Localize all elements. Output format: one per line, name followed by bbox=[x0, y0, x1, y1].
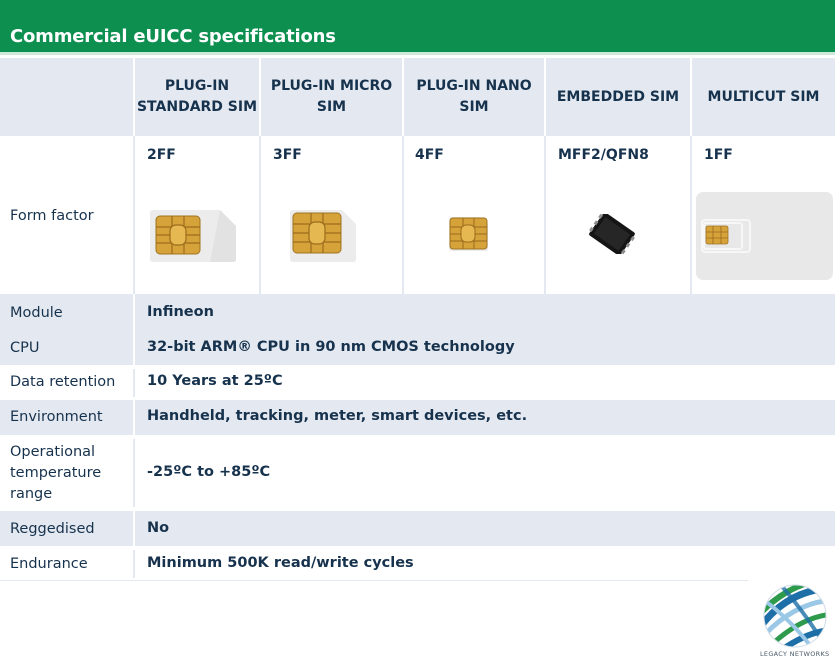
form-factor-label: Form factor bbox=[10, 208, 94, 224]
spec-row-reggedised: Reggedised No bbox=[0, 511, 835, 546]
globe-logo-icon bbox=[763, 584, 827, 648]
column-header-standard-sim: PLUG-IN STANDARD SIM bbox=[136, 78, 258, 115]
table-bottom-line bbox=[0, 580, 748, 581]
legacy-networks-logo: LEGACY NETWORKS bbox=[756, 580, 834, 662]
spec-row-endurance: Endurance Minimum 500K read/write cycles bbox=[0, 546, 835, 580]
standard-sim-image bbox=[150, 210, 236, 262]
column-header-micro-sim: PLUG-IN MICRO SIM bbox=[270, 78, 393, 115]
form-factor-code: 1FF bbox=[704, 147, 733, 163]
spec-label: Operational temperature range bbox=[10, 444, 102, 502]
spec-value: 10 Years at 25ºC bbox=[147, 373, 283, 389]
spec-value: 32-bit ARM® CPU in 90 nm CMOS technology bbox=[147, 339, 515, 355]
spec-value: Handheld, tracking, meter, smart devices… bbox=[147, 408, 528, 424]
column-header-multicut-sim: MULTICUT SIM bbox=[707, 88, 820, 105]
spec-row-module: Module Infineon bbox=[0, 294, 835, 330]
column-divider bbox=[259, 136, 261, 294]
spec-label: Data retention bbox=[10, 374, 116, 390]
column-divider bbox=[402, 136, 404, 294]
spec-value: No bbox=[147, 520, 170, 536]
spec-label: Reggedised bbox=[10, 521, 95, 537]
embedded-sim-chip-image bbox=[589, 214, 635, 254]
title-bar: Commercial eUICC specifications bbox=[0, 0, 835, 55]
column-divider bbox=[544, 136, 546, 294]
spec-row-data-retention: Data retention 10 Years at 25ºC bbox=[0, 365, 835, 400]
spec-value: Minimum 500K read/write cycles bbox=[147, 555, 414, 571]
form-factor-code: 2FF bbox=[147, 147, 176, 163]
spec-label: CPU bbox=[10, 340, 40, 356]
logo-brand-text: LEGACY NETWORKS bbox=[760, 650, 830, 658]
form-factor-code: 4FF bbox=[415, 147, 444, 163]
micro-sim-image bbox=[290, 210, 356, 262]
form-factor-row: Form factor 2FF 3FF 4FF MFF2/QFN8 1FF bbox=[0, 136, 835, 294]
spec-value: Infineon bbox=[147, 304, 214, 320]
spec-label: Module bbox=[10, 305, 63, 321]
form-factor-code: 3FF bbox=[273, 147, 302, 163]
spec-label: Endurance bbox=[10, 556, 88, 572]
column-header-nano-sim: PLUG-IN NANO SIM bbox=[416, 78, 532, 115]
form-factor-code: MFF2/QFN8 bbox=[558, 147, 649, 163]
nano-sim-image bbox=[449, 217, 488, 251]
column-header-embedded-sim: EMBEDDED SIM bbox=[556, 88, 680, 105]
column-divider bbox=[133, 136, 135, 294]
spec-row-environment: Environment Handheld, tracking, meter, s… bbox=[0, 400, 835, 435]
page-title: Commercial eUICC specifications bbox=[10, 26, 336, 47]
multicut-sim-image bbox=[696, 192, 833, 280]
spec-label: Environment bbox=[10, 409, 103, 425]
spec-row-cpu: CPU 32-bit ARM® CPU in 90 nm CMOS techno… bbox=[0, 330, 835, 365]
spec-value: -25ºC to +85ºC bbox=[147, 464, 271, 480]
table-header-row: PLUG-IN STANDARD SIM PLUG-IN MICRO SIM PLU… bbox=[0, 58, 835, 136]
spec-row-operational-temperature: Operational temperature range -25ºC to +… bbox=[0, 435, 835, 511]
column-divider bbox=[690, 136, 692, 294]
